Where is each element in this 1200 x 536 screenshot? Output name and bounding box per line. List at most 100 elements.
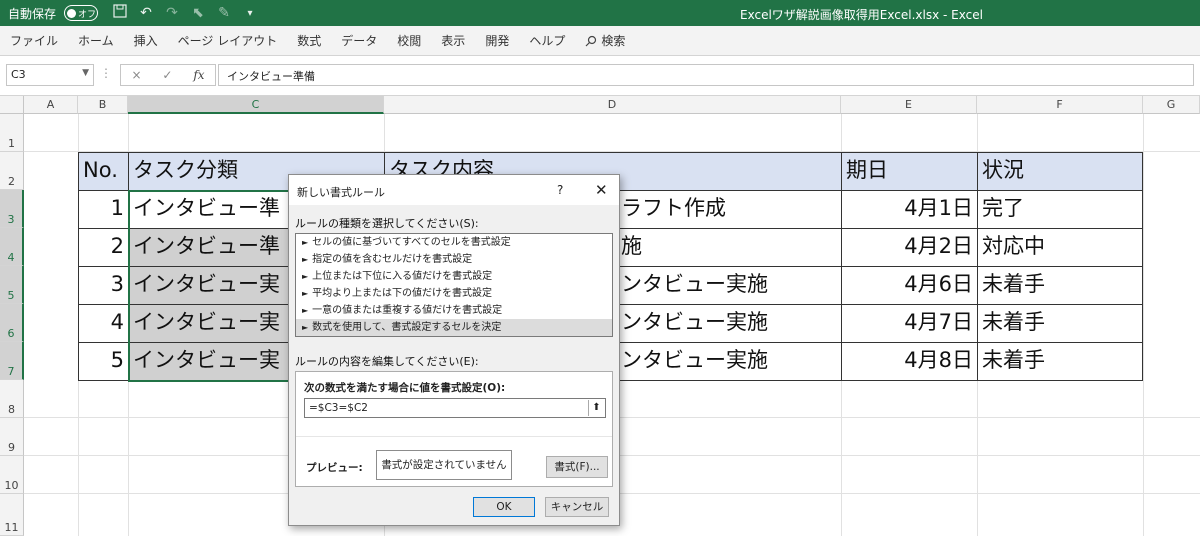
table-cell-no[interactable]: 3 bbox=[78, 266, 129, 305]
table-cell-no[interactable]: 1 bbox=[78, 190, 129, 229]
table-cell-date[interactable]: 4月7日 bbox=[841, 304, 978, 343]
table-header-no[interactable]: No. bbox=[78, 152, 129, 191]
rule-formula-value: =$C3=$C2 bbox=[309, 402, 368, 414]
tab-help[interactable]: ヘルプ bbox=[519, 32, 575, 49]
tab-file[interactable]: ファイル bbox=[0, 32, 68, 49]
rule-formula-input[interactable]: =$C3=$C2 ⬆ bbox=[304, 398, 606, 418]
gridline bbox=[1143, 114, 1144, 536]
triangle-right-icon: ► bbox=[302, 272, 309, 281]
table-cell-status[interactable]: 未着手 bbox=[977, 304, 1143, 343]
column-header-f[interactable]: F bbox=[977, 96, 1143, 114]
formula-label: 次の数式を満たす場合に値を書式設定(O): bbox=[304, 382, 506, 394]
table-cell-date[interactable]: 4月6日 bbox=[841, 266, 978, 305]
format-button[interactable]: 書式(F)... bbox=[546, 456, 608, 478]
rule-type-item-selected[interactable]: ► 数式を使用して、書式設定するセルを決定 bbox=[296, 319, 612, 336]
search-label: 検索 bbox=[601, 34, 626, 48]
row-header-9[interactable]: 9 bbox=[0, 418, 24, 456]
table-cell-status[interactable]: 対応中 bbox=[977, 228, 1143, 267]
triangle-right-icon: ► bbox=[302, 289, 309, 298]
edit-rule-label: ルールの内容を編集してください(E): bbox=[295, 355, 479, 368]
rule-type-label: ルールの種類を選択してください(S): bbox=[295, 217, 479, 230]
tab-developer[interactable]: 開発 bbox=[475, 32, 519, 49]
tab-insert[interactable]: 挿入 bbox=[124, 32, 168, 49]
table-header-date[interactable]: 期日 bbox=[841, 152, 978, 191]
redo-icon[interactable]: ↷ bbox=[164, 5, 180, 21]
rule-type-item[interactable]: ► 平均より上または下の値だけを書式設定 bbox=[296, 285, 612, 302]
tell-me-search[interactable]: 検索 bbox=[575, 32, 635, 49]
format-preview: 書式が設定されていません bbox=[376, 450, 512, 480]
document-title: Excelワザ解説画像取得用Excel.xlsx - Excel bbox=[740, 8, 983, 22]
triangle-right-icon: ► bbox=[302, 323, 309, 332]
table-cell-date[interactable]: 4月1日 bbox=[841, 190, 978, 229]
triangle-right-icon: ► bbox=[302, 306, 309, 315]
column-header-b[interactable]: B bbox=[78, 96, 128, 114]
tab-home[interactable]: ホーム bbox=[68, 32, 124, 49]
column-header-e[interactable]: E bbox=[841, 96, 977, 114]
column-header-a[interactable]: A bbox=[24, 96, 78, 114]
row-header-2[interactable]: 2 bbox=[0, 152, 24, 190]
name-box-value: C3 bbox=[11, 68, 26, 81]
row-header-6[interactable]: 6 bbox=[0, 304, 24, 342]
enter-edit-icon[interactable]: ✓ bbox=[162, 68, 172, 82]
vertical-dots-icon: ⋮ bbox=[100, 66, 112, 80]
row-header-5[interactable]: 5 bbox=[0, 266, 24, 304]
insert-function-icon[interactable]: fx bbox=[193, 68, 204, 82]
rule-type-list[interactable]: ► セルの値に基づいてすべてのセルを書式設定 ► 指定の値を含むセルだけを書式設定 … bbox=[295, 233, 613, 337]
formula-input[interactable]: インタビュー準備 bbox=[218, 64, 1194, 86]
cancel-edit-icon[interactable]: × bbox=[131, 68, 141, 82]
rule-type-label: 平均より上または下の値だけを書式設定 bbox=[312, 288, 492, 299]
column-header-g[interactable]: G bbox=[1143, 96, 1200, 114]
tab-view[interactable]: 表示 bbox=[431, 32, 475, 49]
table-cell-status[interactable]: 未着手 bbox=[977, 266, 1143, 305]
table-cell-no[interactable]: 5 bbox=[78, 342, 129, 381]
help-icon[interactable]: ? bbox=[557, 183, 563, 197]
autosave-label: 自動保存 bbox=[8, 6, 57, 21]
column-header-d[interactable]: D bbox=[384, 96, 841, 114]
row-header-8[interactable]: 8 bbox=[0, 380, 24, 418]
rule-type-label: 数式を使用して、書式設定するセルを決定 bbox=[312, 322, 502, 333]
row-header-4[interactable]: 4 bbox=[0, 228, 24, 266]
table-header-status[interactable]: 状況 bbox=[977, 152, 1143, 191]
save-icon[interactable] bbox=[112, 4, 128, 22]
row-header-10[interactable]: 10 bbox=[0, 456, 24, 494]
rule-edit-panel: 次の数式を満たす場合に値を書式設定(O): =$C3=$C2 ⬆ プレビュー: … bbox=[295, 371, 613, 487]
dialog-title: 新しい書式ルール bbox=[289, 175, 619, 205]
search-icon bbox=[585, 35, 597, 46]
rule-type-label: 一意の値または重複する値だけを書式設定 bbox=[312, 305, 503, 316]
brush-icon[interactable]: ✎ bbox=[216, 5, 232, 21]
row-header-3[interactable]: 3 bbox=[0, 190, 24, 228]
table-cell-date[interactable]: 4月2日 bbox=[841, 228, 978, 267]
table-cell-no[interactable]: 2 bbox=[78, 228, 129, 267]
rule-type-item[interactable]: ► セルの値に基づいてすべてのセルを書式設定 bbox=[296, 234, 612, 251]
undo-icon[interactable]: ↶ bbox=[138, 5, 154, 21]
tab-formulas[interactable]: 数式 bbox=[287, 32, 331, 49]
ok-button[interactable]: OK bbox=[473, 497, 535, 517]
chevron-down-icon[interactable]: ▼ bbox=[82, 68, 89, 78]
row-header-7[interactable]: 7 bbox=[0, 342, 24, 380]
tab-review[interactable]: 校閲 bbox=[387, 32, 431, 49]
formula-bar: C3 ▼ ⋮ × ✓ fx インタビュー準備 bbox=[0, 56, 1200, 96]
tab-data[interactable]: データ bbox=[331, 32, 387, 49]
rule-type-item[interactable]: ► 上位または下位に入る値だけを書式設定 bbox=[296, 268, 612, 285]
triangle-right-icon: ► bbox=[302, 238, 309, 247]
table-cell-status[interactable]: 未着手 bbox=[977, 342, 1143, 381]
tab-page-layout[interactable]: ページ レイアウト bbox=[168, 32, 288, 49]
column-header-c[interactable]: C bbox=[128, 96, 384, 114]
rule-type-label: 上位または下位に入る値だけを書式設定 bbox=[312, 271, 493, 282]
table-cell-status[interactable]: 完了 bbox=[977, 190, 1143, 229]
cancel-button[interactable]: キャンセル bbox=[545, 497, 609, 517]
close-icon[interactable]: ✕ bbox=[595, 181, 608, 199]
new-format-rule-dialog: 新しい書式ルール ? ✕ ルールの種類を選択してください(S): ► セルの値に基… bbox=[288, 174, 620, 526]
customize-qat-icon[interactable]: ▾ bbox=[242, 8, 258, 19]
collapse-dialog-icon[interactable]: ⬆ bbox=[588, 400, 604, 416]
rule-type-item[interactable]: ► 一意の値または重複する値だけを書式設定 bbox=[296, 302, 612, 319]
select-all-corner[interactable] bbox=[0, 96, 24, 114]
autosave-toggle[interactable]: オフ bbox=[64, 5, 99, 21]
table-cell-date[interactable]: 4月8日 bbox=[841, 342, 978, 381]
name-box[interactable]: C3 ▼ bbox=[6, 64, 94, 86]
row-header-11[interactable]: 11 bbox=[0, 494, 24, 536]
table-cell-no[interactable]: 4 bbox=[78, 304, 129, 343]
row-header-1[interactable]: 1 bbox=[0, 114, 24, 152]
rule-type-item[interactable]: ► 指定の値を含むセルだけを書式設定 bbox=[296, 251, 612, 268]
select-icon[interactable]: ⬉ bbox=[190, 5, 206, 21]
